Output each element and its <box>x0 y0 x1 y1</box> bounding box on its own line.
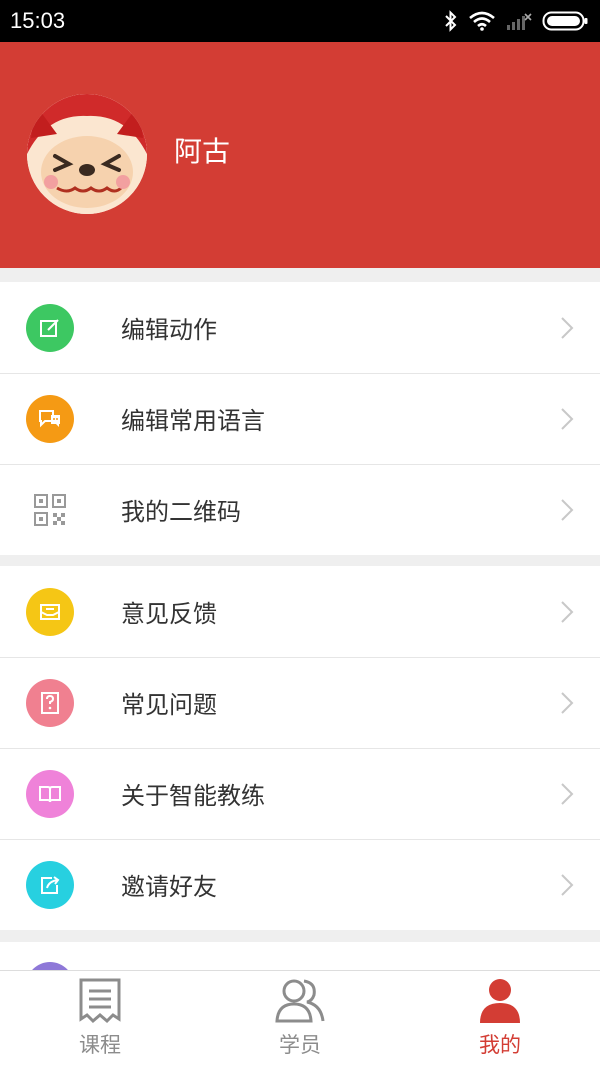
menu-label: 我的二维码 <box>121 498 241 526</box>
menu-label: 意见反馈 <box>121 600 217 628</box>
book-icon <box>26 769 74 818</box>
tab-label: 我的 <box>479 1033 521 1057</box>
chevron-right-icon <box>561 691 574 714</box>
tab-label: 学员 <box>279 1033 321 1057</box>
battery-icon <box>542 11 588 31</box>
user-name: 阿古 <box>174 135 231 168</box>
menu-label: 邀请好友 <box>121 873 217 901</box>
menu-label: 常见问题 <box>121 691 217 719</box>
profile-icon <box>480 979 520 1023</box>
bluetooth-icon <box>445 10 457 32</box>
menu-item-feedback[interactable]: 意见反馈 <box>0 566 600 657</box>
menu-label: 关于智能教练 <box>121 782 265 810</box>
chevron-right-icon <box>561 407 574 430</box>
students-icon <box>275 979 325 1023</box>
feedback-mail-icon <box>26 587 74 636</box>
chevron-right-icon <box>561 873 574 896</box>
menu-item-edit-actions[interactable]: 编辑动作 <box>0 282 600 373</box>
menu-item-invite-friends[interactable]: 邀请好友 <box>0 839 600 930</box>
qrcode-icon <box>26 485 74 534</box>
menu-label: 编辑常用语言 <box>121 407 265 435</box>
chat-icon <box>26 394 74 443</box>
chevron-right-icon <box>561 782 574 805</box>
tab-mine[interactable]: 我的 <box>400 971 600 1067</box>
wifi-icon <box>469 11 495 31</box>
profile-header[interactable]: 阿古 <box>0 42 600 268</box>
tab-courses[interactable]: 课程 <box>0 971 200 1067</box>
edit-icon <box>26 303 74 352</box>
signal-icon <box>507 13 532 30</box>
tab-students[interactable]: 学员 <box>200 971 400 1067</box>
menu-label: 编辑动作 <box>121 316 217 344</box>
status-bar: 15:03 <box>0 0 600 42</box>
avatar[interactable] <box>27 94 147 214</box>
avatar-cartoon-image <box>27 94 147 214</box>
menu-item-edit-phrases[interactable]: 编辑常用语言 <box>0 373 600 464</box>
status-icons <box>444 10 588 32</box>
menu-item-my-qrcode[interactable]: 我的二维码 <box>0 464 600 555</box>
menu-item-faq[interactable]: 常见问题 <box>0 657 600 748</box>
question-icon <box>26 678 74 727</box>
bottom-tab-bar: 课程 学员 我的 <box>0 970 600 1067</box>
chevron-right-icon <box>561 498 574 521</box>
status-time: 15:03 <box>10 8 66 33</box>
course-list-icon <box>79 978 121 1024</box>
chevron-right-icon <box>561 600 574 623</box>
chevron-right-icon <box>561 316 574 339</box>
menu-item-about[interactable]: 关于智能教练 <box>0 748 600 839</box>
share-icon <box>26 860 74 909</box>
menu-group-1: 编辑动作 编辑常用语言 我的二维码 <box>0 282 600 555</box>
menu-group-2: 意见反馈 常见问题 关于智能教练 邀请好友 <box>0 566 600 930</box>
tab-label: 课程 <box>79 1033 121 1057</box>
